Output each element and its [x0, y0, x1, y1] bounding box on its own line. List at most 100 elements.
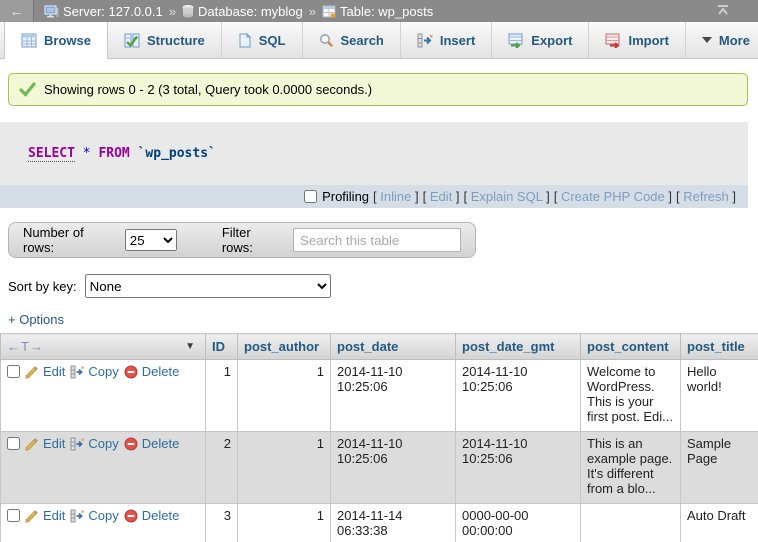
sql-icon	[238, 33, 252, 48]
link-create-php-code: Create PHP Code	[554, 189, 672, 204]
sql-table-ref: `wp_posts`	[138, 146, 216, 161]
cell-id: 2	[206, 432, 238, 504]
tab-browse-label: Browse	[44, 33, 91, 48]
delete-icon	[124, 509, 138, 523]
delete-row-link[interactable]: Delete	[124, 508, 180, 523]
profiling-label: Profiling	[322, 189, 369, 204]
column-header-post-content[interactable]: post_content	[581, 334, 681, 360]
sql-keyword-select[interactable]: SELECT	[28, 146, 75, 162]
tab-import-label: Import	[628, 33, 668, 48]
tab-insert-label: Insert	[440, 33, 475, 48]
cell-post-date-gmt: 0000-00-00 00:00:00	[456, 504, 581, 542]
breadcrumb-server-label: Server: 127.0.0.1	[63, 4, 163, 19]
tab-structure[interactable]: Structure	[108, 22, 222, 58]
table-row: Edit Copy Delete 1 1 2014-11-10 10:25:06…	[1, 360, 758, 432]
sort-by-key-select[interactable]: None	[85, 274, 331, 298]
breadcrumb-database-label: Database: myblog	[198, 4, 303, 19]
link-explain-sql: Explain SQL	[463, 189, 549, 204]
breadcrumb-table[interactable]: Table: wp_posts	[322, 4, 433, 19]
delete-row-link[interactable]: Delete	[124, 436, 180, 451]
copy-icon	[70, 365, 84, 379]
row-checkbox[interactable]	[7, 365, 20, 378]
edit-row-link[interactable]: Edit	[25, 364, 65, 379]
tab-search[interactable]: Search	[303, 22, 401, 58]
cell-post-content	[581, 504, 681, 542]
insert-icon	[417, 33, 433, 48]
filter-rows-input[interactable]	[293, 228, 461, 252]
breadcrumb-database[interactable]: Database: myblog	[182, 4, 303, 19]
table-icon	[322, 5, 336, 18]
edit-row-link[interactable]: Edit	[25, 508, 65, 523]
results-table: ←T→ ▼ ID post_author post_date post_date…	[0, 333, 758, 542]
breadcrumb: ← Server: 127.0.0.1 » Database: myblog »…	[0, 0, 758, 22]
row-checkbox[interactable]	[7, 509, 20, 522]
breadcrumb-separator: »	[168, 4, 177, 19]
tab-sql-label: SQL	[259, 33, 286, 48]
number-of-rows-select[interactable]: 25	[125, 229, 177, 251]
breadcrumb-server[interactable]: Server: 127.0.0.1	[44, 4, 163, 19]
cell-post-author: 1	[238, 432, 331, 504]
row-controls-bar: Number of rows: 25 Filter rows:	[8, 222, 476, 258]
copy-row-link[interactable]: Copy	[70, 436, 118, 451]
query-footer-bar: Profiling Inline Edit Explain SQL Create…	[0, 185, 748, 208]
cell-post-title: Sample Page	[681, 432, 758, 504]
column-header-post-title[interactable]: post_title	[681, 334, 758, 360]
pencil-icon	[25, 509, 39, 523]
server-icon	[44, 5, 59, 18]
profiling-checkbox[interactable]	[304, 190, 317, 203]
tab-export-label: Export	[531, 33, 572, 48]
cell-id: 3	[206, 504, 238, 542]
tab-browse[interactable]: Browse	[4, 22, 108, 59]
copy-icon	[70, 509, 84, 523]
cell-post-title: Hello world!	[681, 360, 758, 432]
breadcrumb-separator: »	[308, 4, 317, 19]
delete-row-link[interactable]: Delete	[124, 364, 180, 379]
collapse-panel-icon[interactable]	[716, 4, 730, 19]
link-inline: Inline	[373, 189, 419, 204]
column-header-id[interactable]: ID	[206, 334, 238, 360]
back-arrow-icon: ←	[10, 3, 24, 19]
copy-icon	[70, 437, 84, 451]
copy-row-link[interactable]: Copy	[70, 364, 118, 379]
tab-more-label: More	[719, 33, 750, 48]
sql-star: *	[83, 146, 91, 161]
tab-structure-label: Structure	[147, 33, 205, 48]
column-header-post-date-gmt[interactable]: post_date_gmt	[456, 334, 581, 360]
cell-post-content: This is an example page. It's different …	[581, 432, 681, 504]
transpose-icon[interactable]: ←T→	[7, 339, 44, 354]
search-icon	[319, 33, 334, 48]
options-toggle[interactable]: + Options	[8, 312, 64, 327]
import-icon	[605, 33, 621, 48]
row-checkbox[interactable]	[7, 437, 20, 450]
tab-export[interactable]: Export	[492, 22, 589, 58]
cell-post-author: 1	[238, 504, 331, 542]
sort-row: Sort by key: None	[8, 274, 758, 298]
result-notice: Showing rows 0 - 2 (3 total, Query took …	[8, 73, 748, 106]
copy-row-link[interactable]: Copy	[70, 508, 118, 523]
cell-post-date: 2014-11-14 06:33:38	[331, 504, 456, 542]
cell-post-date: 2014-11-10 10:25:06	[331, 432, 456, 504]
number-of-rows-label: Number of rows:	[23, 225, 115, 255]
column-header-post-date[interactable]: post_date	[331, 334, 456, 360]
tab-search-label: Search	[341, 33, 384, 48]
cell-post-date: 2014-11-10 10:25:06	[331, 360, 456, 432]
tab-sql[interactable]: SQL	[222, 22, 303, 58]
tab-import[interactable]: Import	[589, 22, 685, 58]
breadcrumb-table-label: Table: wp_posts	[340, 4, 433, 19]
sort-by-key-label: Sort by key:	[8, 279, 77, 294]
delete-icon	[124, 365, 138, 379]
column-header-post-author[interactable]: post_author	[238, 334, 331, 360]
sql-query-text: SELECT * FROM `wp_posts`	[0, 122, 748, 185]
table-row: Edit Copy Delete 3 1 2014-11-14 06:33:38…	[1, 504, 758, 542]
cell-id: 1	[206, 360, 238, 432]
cell-post-title: Auto Draft	[681, 504, 758, 542]
tab-more[interactable]: More	[686, 22, 758, 58]
browse-icon	[21, 33, 37, 48]
edit-row-link[interactable]: Edit	[25, 436, 65, 451]
tab-insert[interactable]: Insert	[401, 22, 492, 58]
sort-options-icon[interactable]: ▼	[185, 341, 195, 352]
profiling-toggle[interactable]: Profiling	[304, 189, 369, 204]
back-button[interactable]: ←	[0, 0, 34, 22]
structure-icon	[124, 33, 140, 48]
results-header-row: ←T→ ▼ ID post_author post_date post_date…	[1, 334, 758, 360]
